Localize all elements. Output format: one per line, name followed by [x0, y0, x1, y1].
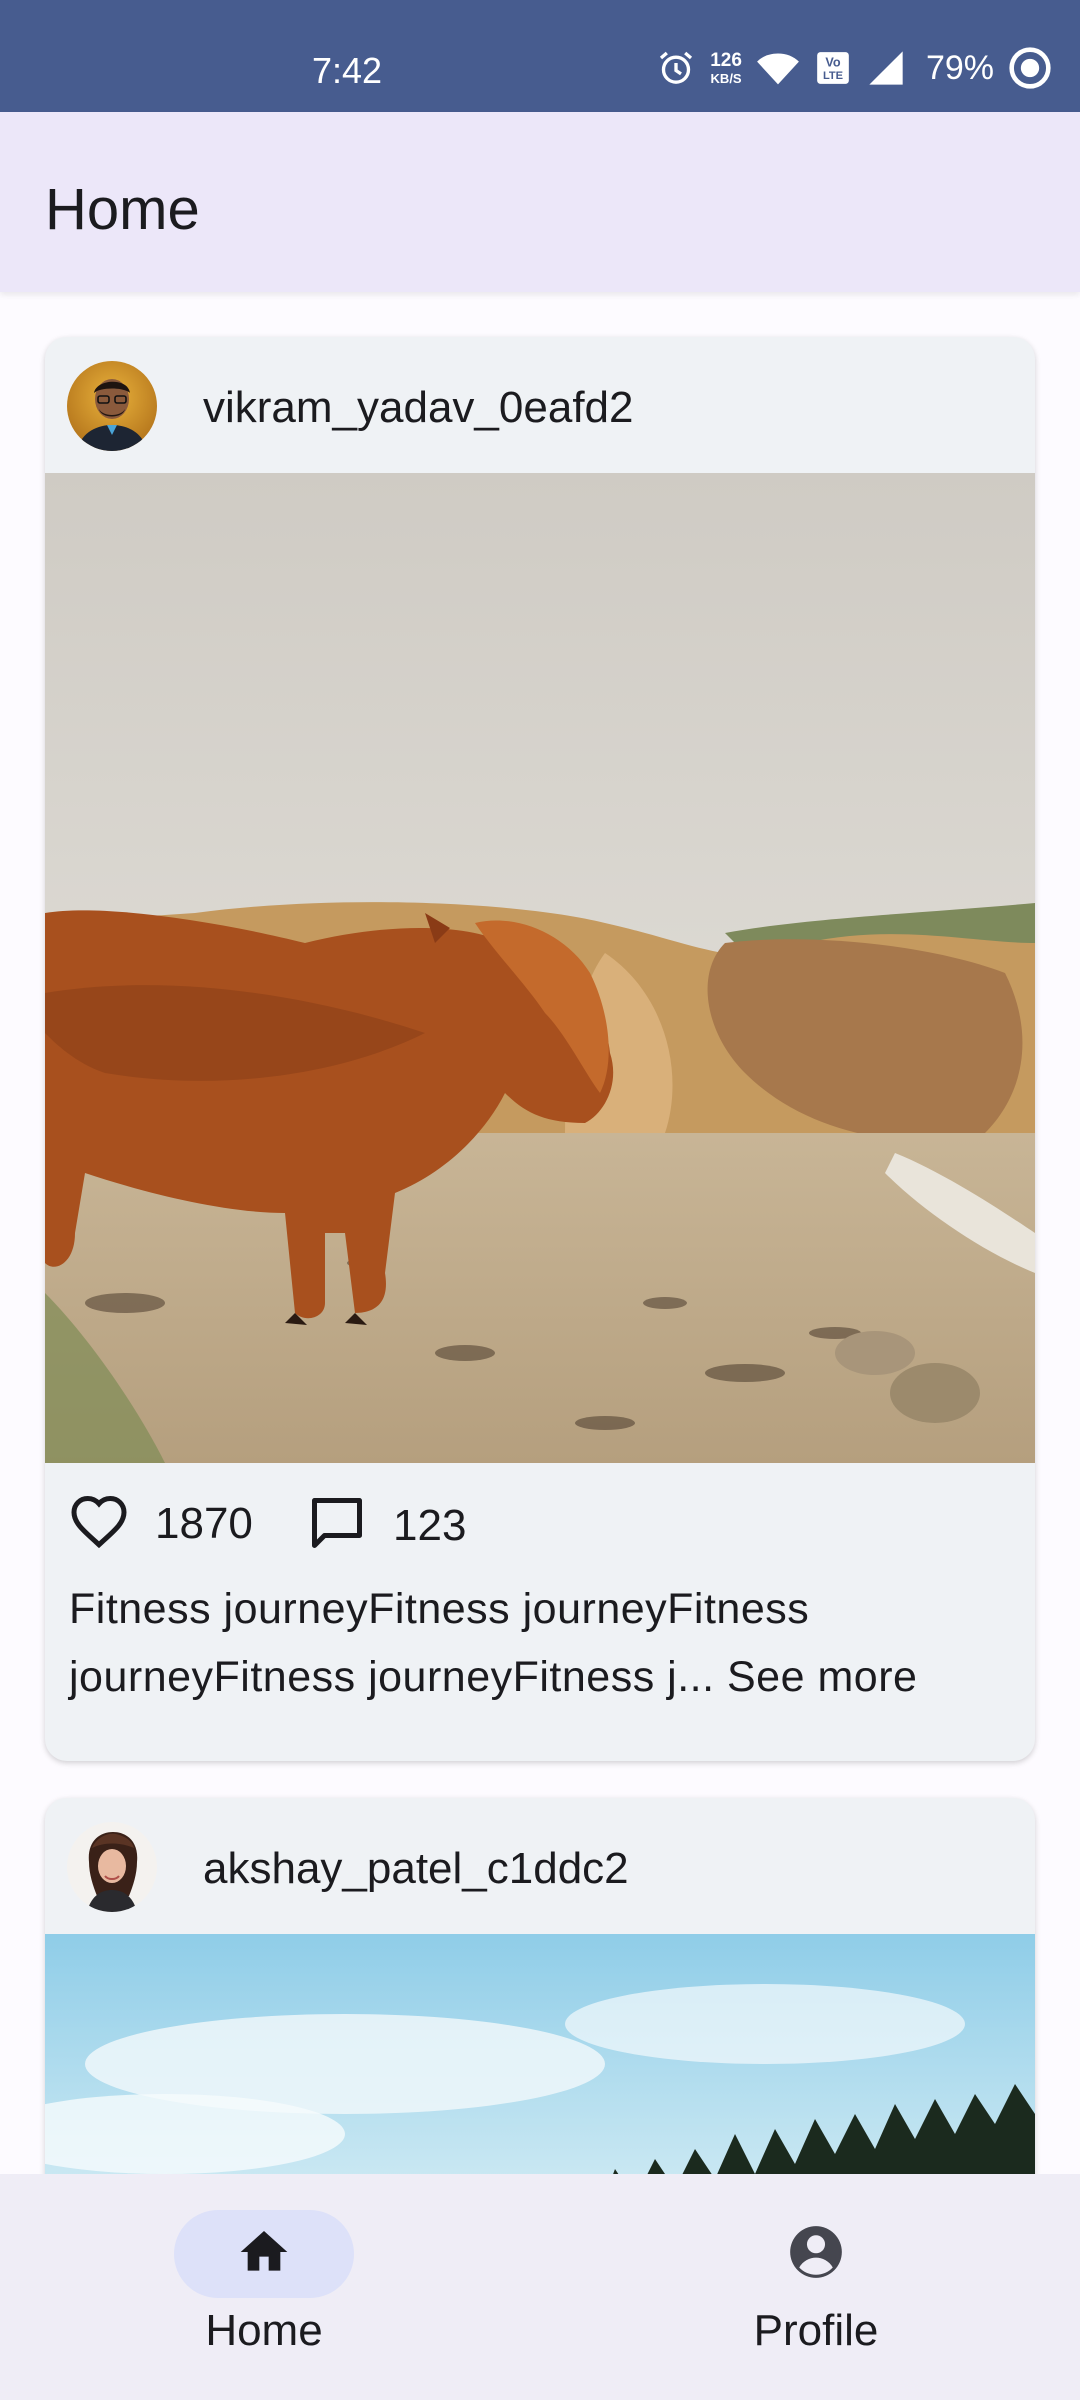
svg-text:LTE: LTE: [823, 70, 843, 82]
post-image[interactable]: [45, 473, 1035, 1463]
net-speed-value: 126: [710, 50, 742, 71]
page-title: Home: [45, 177, 200, 242]
post-card[interactable]: akshay_patel_c1ddc2: [45, 1798, 1035, 2174]
status-bar: 7:42 126 KB/S Vo LTE 79%: [0, 0, 1080, 112]
nav-item-home[interactable]: Home: [144, 2210, 384, 2370]
signal-icon: [866, 48, 906, 88]
like-count: 1870: [155, 1498, 253, 1548]
post-caption: Fitness journeyFitness journeyFitness jo…: [45, 1575, 1035, 1761]
avatar[interactable]: [67, 1822, 157, 1912]
post-actions: 1870 123: [45, 1463, 1035, 1575]
comment-action[interactable]: 123: [307, 1493, 466, 1558]
volte-icon: Vo LTE: [814, 49, 852, 87]
comment-count: 123: [393, 1500, 467, 1550]
nav-icon-container[interactable]: [726, 2210, 906, 2298]
nav-item-profile[interactable]: Profile: [696, 2210, 936, 2370]
post-header: vikram_yadav_0eafd2: [45, 337, 1035, 473]
nav-label-home[interactable]: Home: [144, 2306, 384, 2356]
battery-percentage: 79%: [925, 48, 994, 87]
status-time: 7:42: [312, 50, 383, 91]
heart-icon[interactable]: [69, 1493, 129, 1554]
post-header: akshay_patel_c1ddc2: [45, 1798, 1035, 1934]
nav-label-profile[interactable]: Profile: [696, 2306, 936, 2356]
status-icons: 126 KB/S Vo LTE 79%: [656, 44, 1052, 92]
net-speed-unit: KB/S: [710, 71, 742, 86]
svg-text:Vo: Vo: [825, 55, 841, 69]
net-speed-indicator: 126 KB/S: [710, 51, 742, 85]
comment-icon[interactable]: [307, 1493, 367, 1558]
battery-icon: [1008, 46, 1052, 90]
wifi-icon: [756, 48, 800, 88]
post-username[interactable]: akshay_patel_c1ddc2: [203, 1844, 629, 1894]
see-more-link[interactable]: See more: [727, 1653, 917, 1701]
nav-active-indicator[interactable]: [174, 2210, 354, 2298]
post-image[interactable]: [45, 1934, 1035, 2174]
alarm-icon: [656, 48, 696, 88]
post-username[interactable]: vikram_yadav_0eafd2: [203, 383, 633, 433]
account-circle-icon[interactable]: [785, 2221, 847, 2288]
bottom-navigation: Home Profile: [0, 2174, 1080, 2400]
avatar[interactable]: [67, 361, 157, 451]
top-app-bar: Home: [0, 112, 1080, 292]
feed-list[interactable]: vikram_yadav_0eafd2 1870 123 Fitness jou…: [0, 292, 1080, 2174]
like-action[interactable]: 1870: [69, 1493, 253, 1554]
caption-text: Fitness journeyFitness journeyFitness jo…: [69, 1585, 810, 1701]
post-card[interactable]: vikram_yadav_0eafd2 1870 123 Fitness jou…: [45, 337, 1035, 1761]
home-icon[interactable]: [236, 2224, 292, 2285]
